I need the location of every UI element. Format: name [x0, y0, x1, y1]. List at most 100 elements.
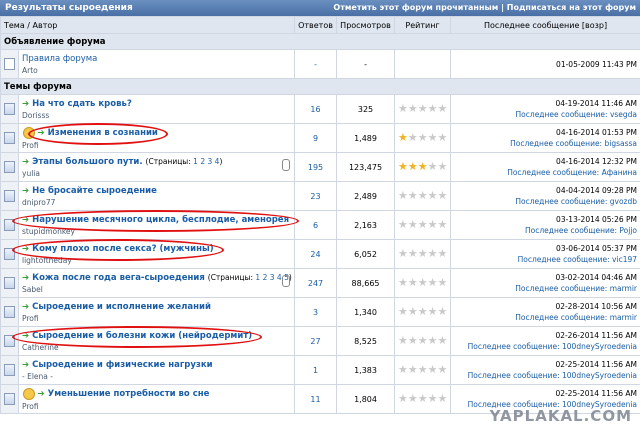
topic-title[interactable]: Сыроедение и физические нагрузки	[32, 360, 212, 370]
topic-replies[interactable]: 6	[294, 210, 338, 240]
last-post-by[interactable]: Последнее сообщение: marmir	[454, 284, 637, 293]
col-last[interactable]: Последнее сообщение [возр]	[450, 16, 640, 34]
last-post-by[interactable]: Последнее сообщение: 100dneySyroedenia	[454, 371, 637, 380]
topic-author[interactable]: lightoftheday	[22, 256, 291, 265]
last-post-by[interactable]: Последнее сообщение: gvozdb	[454, 197, 637, 206]
topic-row[interactable]: ➔ Кому плохо после секса? (мужчины) lighto…	[0, 239, 640, 269]
rating-star-icon: ★	[407, 334, 418, 347]
topic-replies[interactable]: 27	[294, 326, 338, 356]
topic-replies[interactable]: 247	[294, 268, 338, 298]
rating-star-icon: ★	[407, 160, 418, 173]
arrow-right-icon: ➔	[22, 359, 30, 370]
last-post-by[interactable]: Последнее сообщение: bigsassa	[454, 139, 637, 148]
col-rating[interactable]: Рейтинг	[394, 16, 452, 34]
arrow-right-icon: ➔	[37, 128, 45, 138]
topic-author[interactable]: Catherine	[22, 343, 291, 352]
topic-replies[interactable]: 195	[294, 152, 338, 182]
topic-author[interactable]: dnipro77	[22, 198, 291, 207]
last-post-by[interactable]: Последнее сообщение: Pojjo	[454, 226, 637, 235]
topic-replies[interactable]: 24	[294, 239, 338, 269]
topic-status-icon	[4, 393, 15, 405]
topic-title[interactable]: Изменения в сознании	[48, 128, 158, 138]
last-post-by[interactable]: Последнее сообщение: marmir	[454, 313, 637, 322]
arrow-right-icon: ➔	[22, 272, 30, 283]
topic-status-icon	[4, 161, 15, 173]
topic-status-icon	[4, 277, 15, 289]
topic-row[interactable]: ➔ Сыроедение и исполнение желаний Profi 3 1,…	[0, 297, 640, 327]
topic-row[interactable]: ➔ Изменения в сознании Profi 9 1,489 ★★★★★ 04-…	[0, 123, 640, 153]
announcement-date: 01-05-2009 11:43 PM	[556, 59, 638, 69]
page-links: (Страницы: 1 2 3 4 5)	[207, 272, 292, 282]
topic-title[interactable]: Сыроедение и исполнение желаний	[32, 302, 211, 312]
rating-star-icon: ★	[398, 102, 408, 115]
topic-title[interactable]: Сыроедение и болезни кожи (нейродермит)	[32, 331, 252, 341]
rating-star-icon: ★	[427, 305, 438, 318]
topic-rating: ★★★★★	[394, 239, 452, 269]
rating-star-icon: ★	[437, 189, 448, 202]
topic-row[interactable]: ➔ На что сдать кровь? Dorisss 16 325 ★★★★★ 04-…	[0, 94, 640, 124]
topic-replies[interactable]: 3	[294, 297, 338, 327]
last-post-by[interactable]: Последнее сообщение: vic197	[454, 255, 637, 264]
page-link[interactable]: 1	[255, 273, 260, 282]
last-post-by[interactable]: Последнее сообщение: 100dneySyroedenia	[454, 342, 637, 351]
topic-row[interactable]: ➔ Не бросайте сыроедение dnipro77 23 2,489 ★★…	[0, 181, 640, 211]
rating-star-icon: ★	[417, 218, 428, 231]
last-post-date: 02-25-2014 11:56 AM	[555, 389, 638, 398]
topic-title[interactable]: Кожа после года вега-сыроедения	[32, 273, 205, 283]
topic-author[interactable]: Profi	[22, 314, 291, 323]
topic-title[interactable]: Не бросайте сыроедение	[32, 186, 157, 196]
subscribe-link[interactable]: Подписаться на этот форум	[507, 3, 636, 12]
topic-views: 6,052	[336, 239, 396, 269]
page-link[interactable]: 1	[193, 157, 198, 166]
announcement-author[interactable]: Arto	[22, 66, 291, 75]
topic-author[interactable]: yulia	[22, 169, 291, 178]
rating-star-icon: ★	[427, 160, 438, 173]
topic-author[interactable]: Profi	[22, 141, 291, 150]
topic-row[interactable]: ➔ Этапы большого пути. (Страницы: 1 2 3 4…	[0, 152, 640, 182]
topic-row[interactable]: ➔ Кожа после года вега-сыроедения (Страни…	[0, 268, 640, 298]
topic-title[interactable]: Этапы большого пути.	[32, 157, 142, 167]
last-post-date: 02-25-2014 11:56 AM	[555, 360, 638, 369]
topic-rating: ★★★★★	[394, 94, 452, 124]
topic-replies[interactable]: 11	[294, 384, 338, 414]
page-link[interactable]: 3	[270, 273, 275, 282]
topic-title[interactable]: Нарушение месячного цикла, бесплодие, ам…	[32, 215, 289, 225]
arrow-right-icon: ➔	[37, 389, 45, 399]
topic-author[interactable]: stupidmonkey	[22, 227, 291, 236]
last-post-date: 04-16-2014 12:32 PM	[556, 157, 638, 166]
topic-author[interactable]: Dorisss	[22, 111, 291, 120]
topic-status-icon	[4, 248, 15, 260]
announcement-row[interactable]: Правила форума Arto - - 01-05-2009 11:43…	[0, 49, 640, 79]
topic-replies[interactable]: 9	[294, 123, 338, 153]
topic-title[interactable]: Кому плохо после секса? (мужчины)	[32, 244, 213, 254]
topic-status-icon	[4, 190, 15, 202]
page-link[interactable]: 2	[263, 273, 268, 282]
topic-replies[interactable]: 1	[294, 355, 338, 385]
topic-title[interactable]: Уменьшение потребности во сне	[48, 389, 210, 399]
col-views[interactable]: Просмотров	[336, 16, 396, 34]
topic-author[interactable]: - Elena -	[22, 372, 291, 381]
announcement-title[interactable]: Правила форума	[22, 54, 97, 64]
last-post-by[interactable]: Последнее сообщение: Афанина	[454, 168, 637, 177]
topic-row[interactable]: ➔ Сыроедение и физические нагрузки - Elena…	[0, 355, 640, 385]
rating-star-icon: ★	[398, 247, 408, 260]
topic-author[interactable]: Sabel	[22, 285, 291, 294]
topic-replies[interactable]: 23	[294, 181, 338, 211]
page-link[interactable]: 2	[200, 157, 205, 166]
topic-row[interactable]: ➔ Сыроедение и болезни кожи (нейродермит)…	[0, 326, 640, 356]
rating-star-icon: ★	[427, 189, 438, 202]
arrow-right-icon: ➔	[22, 301, 30, 312]
topic-title[interactable]: На что сдать кровь?	[32, 99, 132, 109]
mark-read-link[interactable]: Отметить этот форум прочитанным	[333, 3, 498, 12]
forum-header-bar: Результаты сыроедения Отметить этот фору…	[0, 0, 640, 16]
topic-views: 325	[336, 94, 396, 124]
page-link[interactable]: 3	[208, 157, 213, 166]
topic-author[interactable]: Profi	[22, 402, 291, 411]
col-topic[interactable]: Тема / Автор	[0, 16, 296, 34]
topic-replies[interactable]: 16	[294, 94, 338, 124]
page-link[interactable]: 4	[277, 273, 282, 282]
topic-row[interactable]: ➔ Нарушение месячного цикла, бесплодие, а…	[0, 210, 640, 240]
last-post-by[interactable]: Последнее сообщение: vsegda	[454, 110, 637, 119]
rating-star-icon: ★	[427, 247, 438, 260]
col-replies[interactable]: Ответов	[294, 16, 338, 34]
